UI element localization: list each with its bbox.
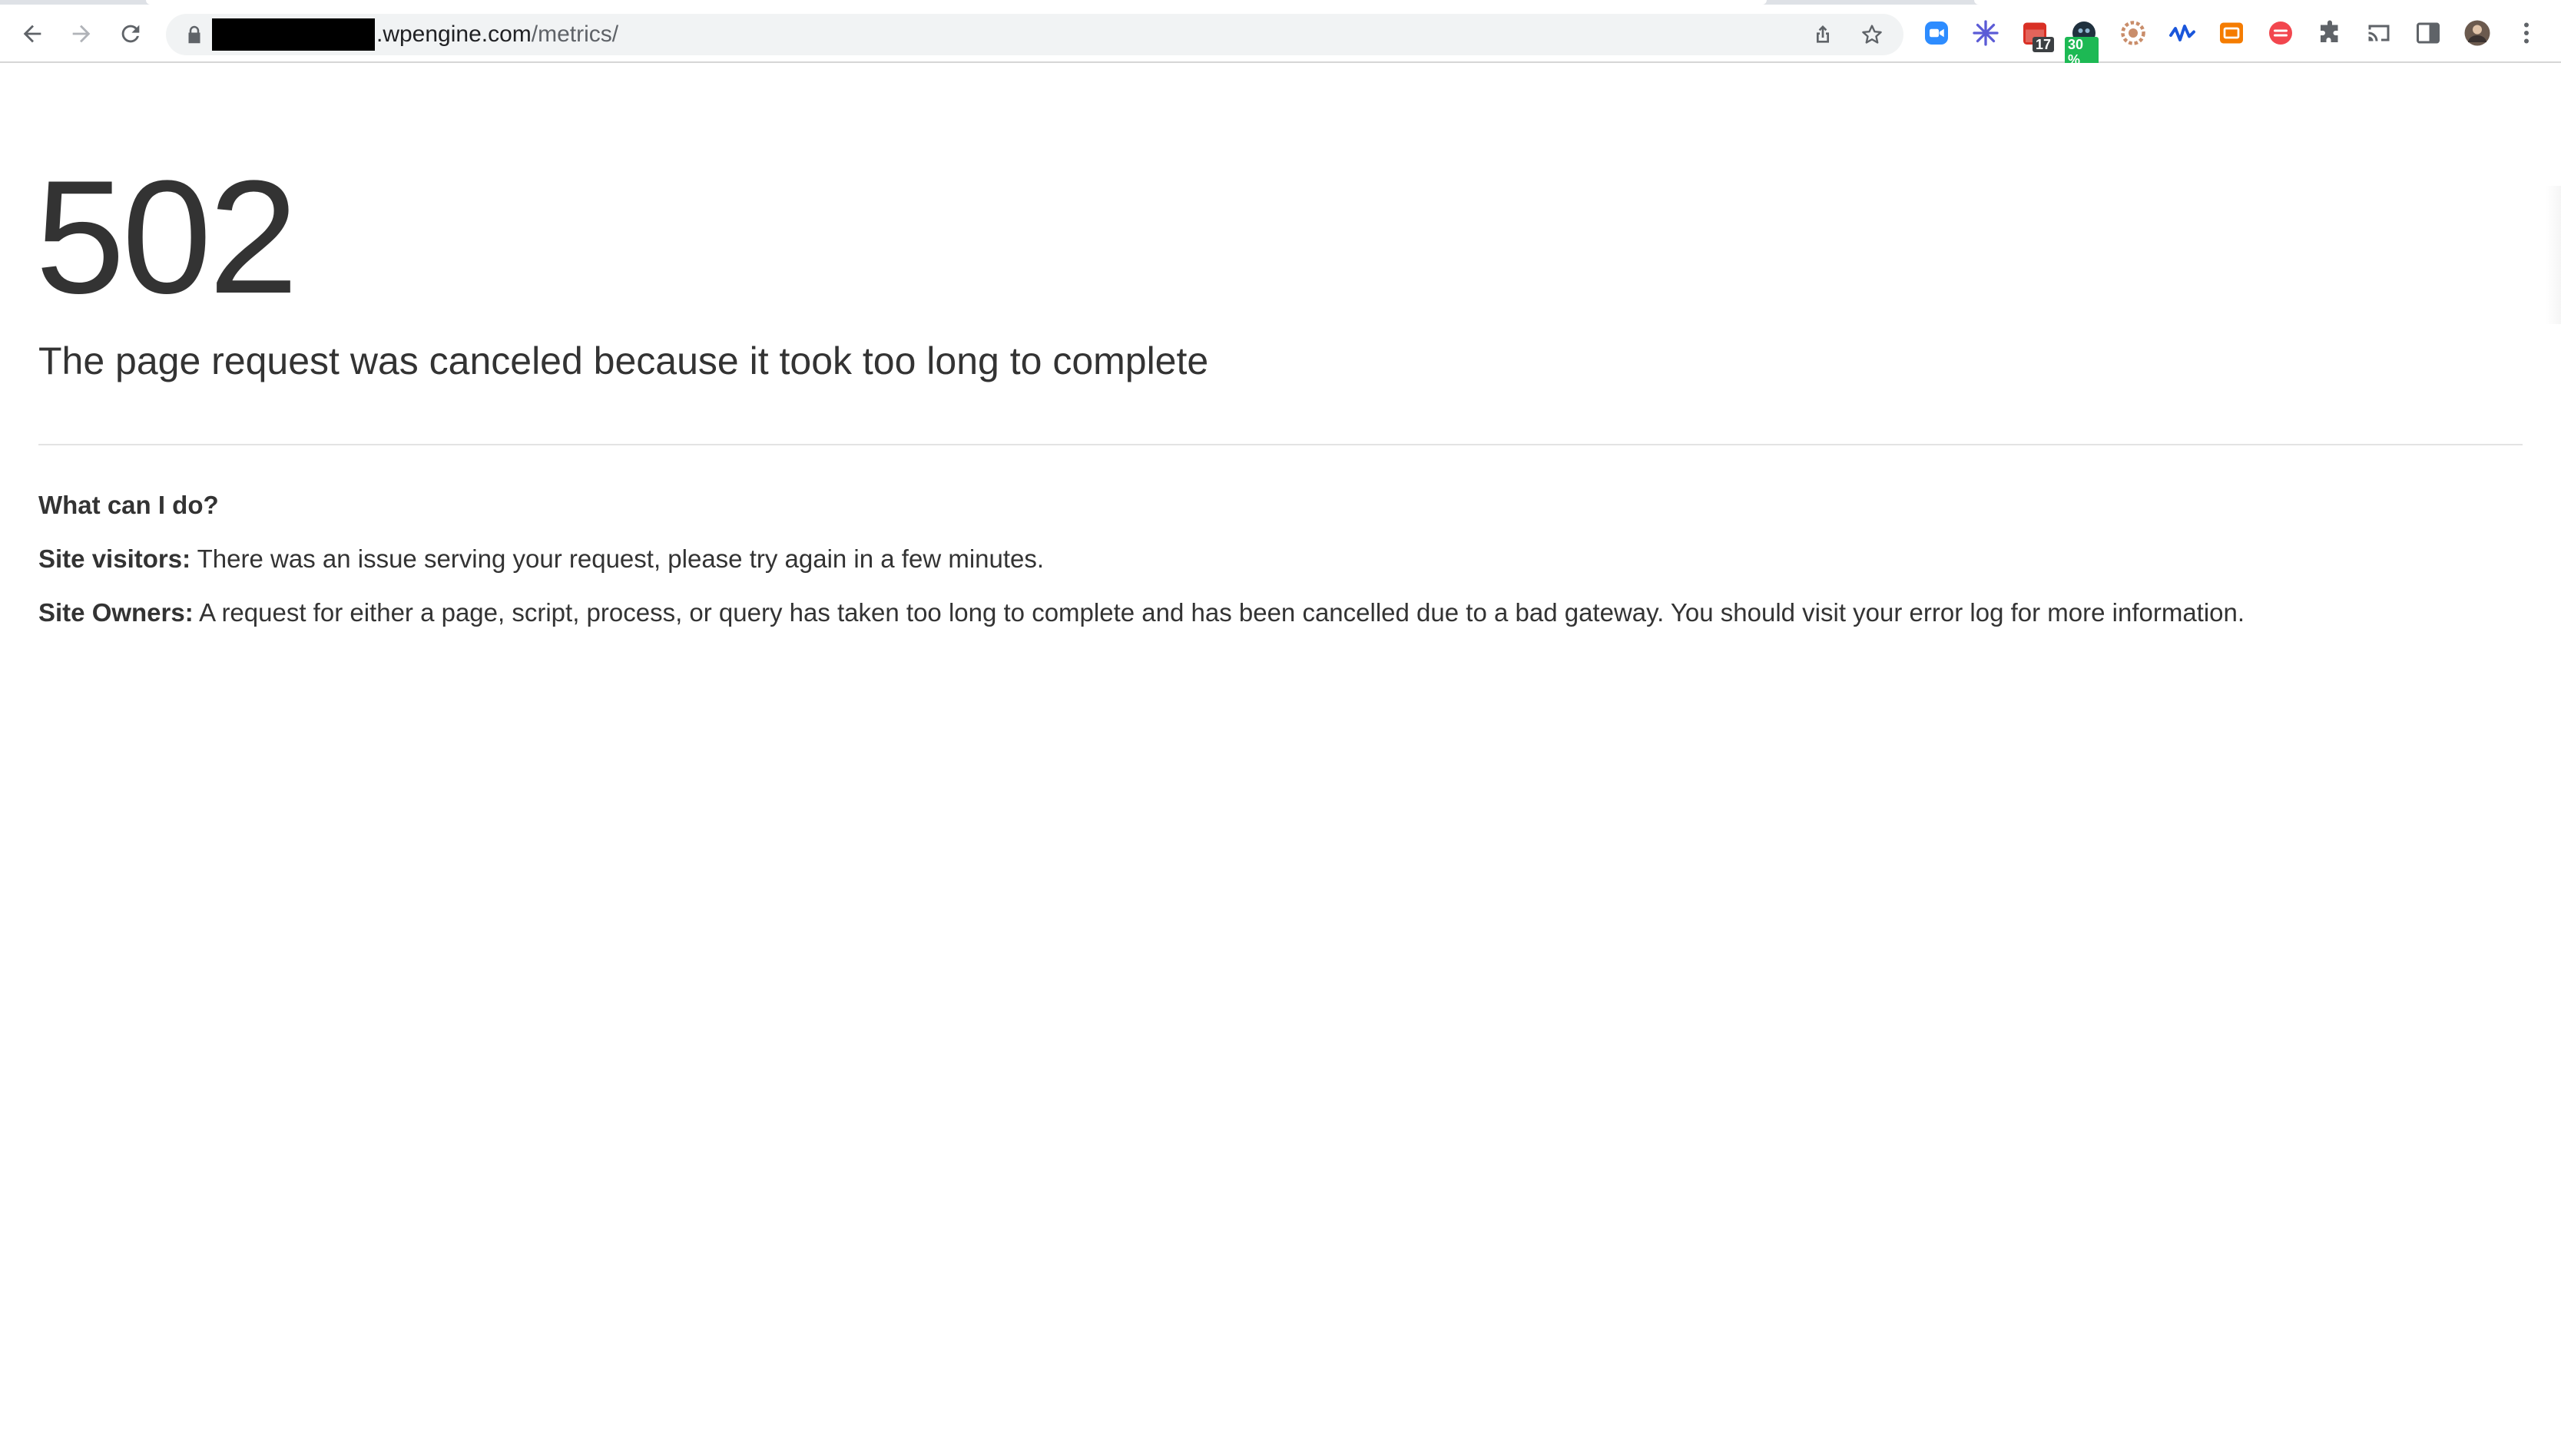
url-path: /metrics/ [531,22,619,47]
site-owners-paragraph: Site Owners: A request for either a page… [38,597,2245,628]
more-menu-button[interactable] [2512,18,2541,48]
reload-icon [121,25,140,43]
bookmark-button[interactable] [1859,22,1885,48]
site-owners-text: A request for either a page, script, pro… [193,598,2245,627]
share-button[interactable] [1810,22,1836,48]
side-panel-button[interactable] [2414,18,2443,48]
site-visitors-label: Site visitors: [38,544,191,573]
arrow-left-icon [23,25,41,43]
page-content: 502 The page request was canceled becaus… [0,63,2561,1456]
reload-button[interactable] [114,17,147,51]
zoom-icon [1925,22,1948,45]
gear-extension-icon [2121,21,2145,45]
site-owners-label: Site Owners: [38,598,194,627]
snowflake-icon [1973,20,1999,46]
back-button[interactable] [15,17,49,51]
screen-capture-extension-button[interactable] [2217,18,2246,48]
puzzle-icon [2321,20,2338,42]
wave-extension-button[interactable] [2168,18,2197,48]
calendar-badge: 17 [2033,37,2055,52]
extensions-button[interactable] [2315,18,2344,48]
lock-icon[interactable] [183,23,206,46]
profile-avatar [2464,20,2490,46]
calendar-extension-button[interactable]: 17 [2020,18,2055,52]
wave-icon [2169,25,2195,41]
star-icon [1862,25,1882,44]
address-bar[interactable]: .wpengine.com/metrics/ [166,14,1903,55]
side-panel-icon [2417,22,2440,44]
zoom-extension-button[interactable] [1922,18,1951,48]
cast-icon [2368,25,2390,41]
site-visitors-text: There was an issue serving your request,… [191,544,1045,573]
page-edge-shadow [2546,186,2561,324]
red-circle-extension-button[interactable] [2266,18,2295,48]
help-subheading: What can I do? [38,491,219,519]
url-host: .wpengine.com [376,22,532,47]
more-menu-icon [2524,22,2529,44]
red-circle-icon [2269,22,2292,45]
arrow-right-icon [72,25,91,43]
redacted-subdomain [212,18,375,51]
site-visitors-paragraph: Site visitors: There was an issue servin… [38,544,1044,574]
dark-reader-extension-button[interactable]: 30 % [2065,18,2099,68]
gear-extension-button[interactable] [2119,18,2148,48]
tab-strip [0,0,2561,5]
snowflake-extension-button[interactable] [1971,18,2000,48]
screen-capture-icon [2220,22,2243,44]
cast-button[interactable] [2364,18,2394,48]
profile-button[interactable] [2463,18,2492,48]
forward-button[interactable] [65,17,98,51]
error-code: 502 [35,147,298,327]
error-headline: The page request was canceled because it… [38,339,1209,382]
tab-other[interactable] [1974,0,2561,5]
address-url[interactable]: .wpengine.com/metrics/ [376,22,618,48]
tab-active[interactable] [146,0,1767,5]
divider [38,444,2523,445]
browser-toolbar: .wpengine.com/metrics/ 17 30 % [0,0,2561,68]
share-icon [1817,25,1829,43]
